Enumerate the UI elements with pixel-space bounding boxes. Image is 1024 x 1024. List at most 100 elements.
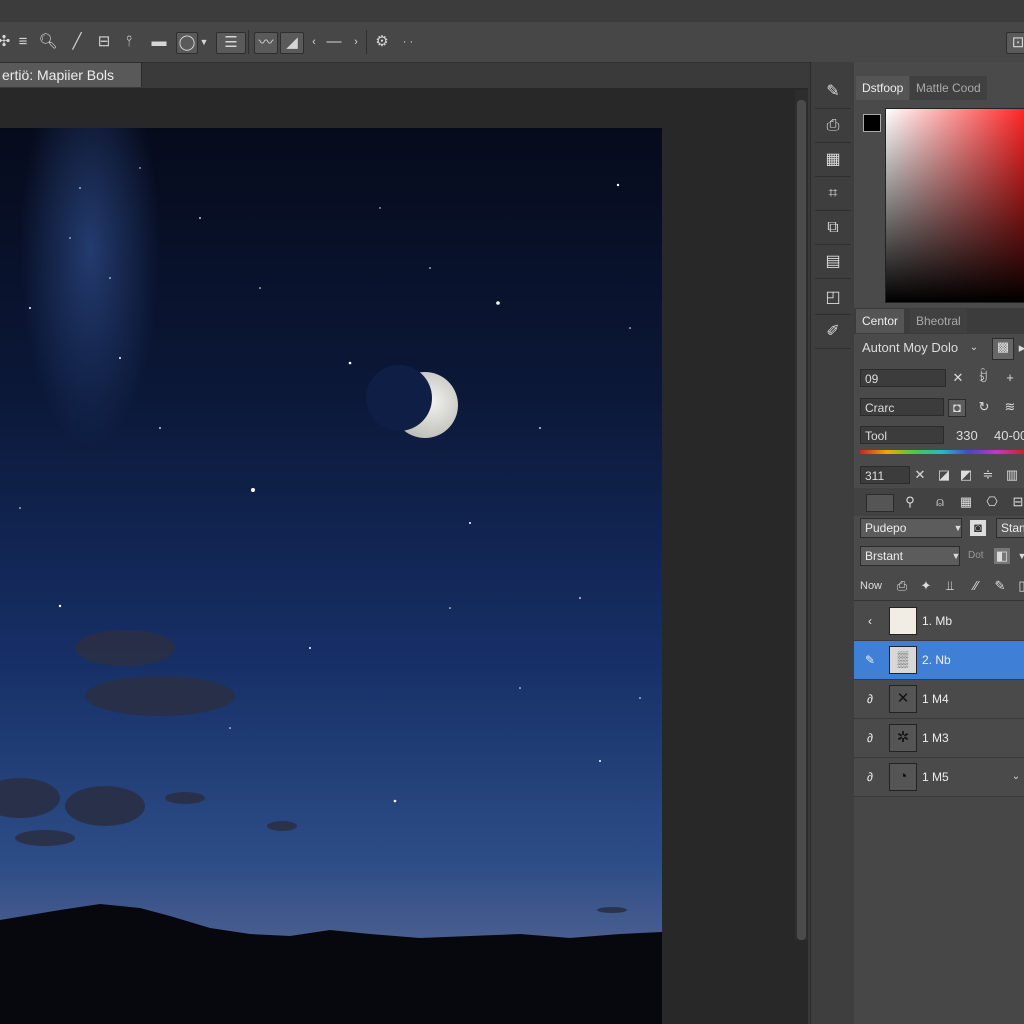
bird-icon: ✕ bbox=[889, 685, 917, 713]
pattern-icon[interactable]: ▩ bbox=[992, 338, 1014, 360]
menu-bar bbox=[0, 0, 1024, 23]
crop-icon[interactable]: ⌗ bbox=[815, 178, 851, 211]
shape-icon[interactable]: ◰ bbox=[815, 282, 851, 315]
texture-icon: ▒ bbox=[889, 646, 917, 674]
layer-row[interactable]: ‹ 1. Mb bbox=[854, 602, 1024, 641]
tab-color[interactable]: Dstfoop bbox=[856, 76, 910, 100]
layer-row[interactable]: ∂ ✲ 1 M3 bbox=[854, 719, 1024, 758]
pixel-filter-icon[interactable]: ⚲ bbox=[902, 494, 918, 510]
layers-empty-area bbox=[854, 797, 1024, 1024]
preview-icon[interactable]: ◧ bbox=[994, 548, 1010, 564]
brush-icon[interactable]: 〰 bbox=[254, 32, 278, 54]
creature-icon: ✲ bbox=[889, 724, 917, 752]
arrow-right-icon[interactable]: › bbox=[346, 32, 366, 52]
field-tool[interactable]: Tool bbox=[860, 426, 944, 444]
rectangle-icon[interactable]: ▬ bbox=[149, 32, 169, 52]
filter-kind-icon[interactable] bbox=[866, 494, 894, 512]
brush-small-icon[interactable]: ✎ bbox=[992, 578, 1008, 594]
tool-strip: ✎ ⎙ ▦ ⌗ ⧉ ▤ ◰ ✐ bbox=[810, 62, 855, 1024]
preset-label[interactable]: Autont Moy Dolo bbox=[862, 340, 958, 355]
document-tab[interactable]: ertiö: Mapiier Bols bbox=[0, 63, 142, 87]
type-filter-icon[interactable]: ▦ bbox=[958, 494, 974, 510]
frame-icon[interactable]: ▯ bbox=[1014, 578, 1024, 594]
link-icon[interactable]: ∂ bbox=[862, 769, 878, 785]
fx-icon[interactable]: ◩ bbox=[958, 467, 974, 483]
dropdown-arrow-icon[interactable]: ▼ bbox=[950, 520, 966, 536]
flow-icon[interactable]: ≋ bbox=[1002, 399, 1018, 415]
adjust-icon[interactable]: ≑ bbox=[980, 467, 996, 483]
menu-lines-icon[interactable]: ≡ bbox=[13, 32, 33, 52]
brush-settings-icon[interactable]: ✐ bbox=[815, 316, 851, 349]
close-icon[interactable]: ✕ bbox=[950, 370, 966, 386]
gradient-icon[interactable]: ◢ bbox=[280, 32, 304, 54]
swatch-icon[interactable]: ▦ bbox=[815, 144, 851, 177]
canvas-image[interactable] bbox=[0, 128, 662, 1024]
mask-icon[interactable]: ◪ bbox=[936, 467, 952, 483]
start-button[interactable]: Stan bbox=[996, 518, 1024, 538]
layer-name: 1 M3 bbox=[922, 731, 949, 745]
right-panel: Dstfoop Mattle Cood ⇄ Centor Bheotral Au… bbox=[854, 62, 1024, 1024]
dropdown-arrow-icon[interactable]: ▼ bbox=[1014, 548, 1024, 564]
lasso-icon[interactable]: ◯ bbox=[176, 32, 198, 54]
close-icon[interactable]: ✕ bbox=[912, 467, 928, 483]
smart-filter-icon[interactable]: ⊟ bbox=[1010, 494, 1024, 510]
history-icon[interactable]: ✎ bbox=[815, 76, 851, 109]
color-picker-field[interactable] bbox=[885, 108, 1024, 303]
blend-mode-select[interactable]: Pudepo bbox=[860, 518, 962, 538]
link-small-icon[interactable]: ⁄⁄ bbox=[968, 578, 984, 594]
transform-icon[interactable]: ⧉ bbox=[815, 212, 851, 245]
layer-name: 1. Mb bbox=[922, 614, 953, 628]
mountains bbox=[0, 904, 662, 1024]
collapse-icon[interactable]: ▸ bbox=[1014, 340, 1024, 356]
options-bar: ✣ ≡ 🔍︎ ╱ ⊟ ⫯ ▬ ◯ ▼ ☰ 〰 ◢ ‹ — › ⚙ · · ⊡ bbox=[0, 22, 1024, 63]
document-icon[interactable]: ▤ bbox=[815, 246, 851, 279]
brush-eye-icon[interactable]: ✎ bbox=[862, 652, 878, 668]
field-crarc[interactable]: Crarc bbox=[860, 398, 944, 416]
tab-swatches[interactable]: Mattle Cood bbox=[910, 76, 987, 100]
curve-icon: ◔ bbox=[889, 763, 917, 791]
hand-icon[interactable]: ꀁ bbox=[975, 370, 991, 386]
shape-filter-icon[interactable]: ⎔ bbox=[984, 494, 1000, 510]
layer-row[interactable]: ∂ ✕ 1 M4 bbox=[854, 680, 1024, 719]
clone-icon[interactable]: ⊟ bbox=[94, 32, 114, 52]
link-icon[interactable]: ◘ bbox=[948, 399, 966, 417]
dropdown-arrow-icon[interactable]: ▼ bbox=[198, 32, 210, 52]
move-small-icon[interactable]: ✦ bbox=[918, 578, 934, 594]
lock-icon[interactable]: ◙ bbox=[970, 520, 986, 536]
paper-icon bbox=[889, 607, 917, 635]
layer-row[interactable]: ∂ ◔ 1 M5 ⌄ bbox=[854, 758, 1024, 797]
field-09[interactable]: 09 bbox=[860, 369, 946, 387]
chevron-left-icon[interactable]: ‹ bbox=[862, 613, 878, 629]
pin-small-icon[interactable]: ⫫ bbox=[942, 578, 958, 594]
link-icon[interactable]: ∂ bbox=[862, 691, 878, 707]
chevron-down-icon[interactable]: ⌄ bbox=[1008, 769, 1024, 785]
pin-icon[interactable]: ⫯ bbox=[119, 32, 139, 52]
brush-select[interactable]: Brstant bbox=[860, 546, 960, 566]
trash-icon[interactable]: ▥ bbox=[1004, 467, 1020, 483]
hue-slider[interactable] bbox=[860, 450, 1024, 454]
scrollbar-thumb[interactable] bbox=[797, 100, 806, 940]
minus-icon[interactable]: — bbox=[324, 32, 344, 52]
line-tool-icon[interactable]: ╱ bbox=[67, 32, 87, 52]
more-icon[interactable]: · · bbox=[398, 32, 418, 52]
workspace-button[interactable]: ⊡ bbox=[1006, 32, 1024, 54]
move-icon[interactable]: ✣ bbox=[0, 32, 14, 52]
refresh-icon[interactable]: ↻ bbox=[976, 399, 992, 415]
link-icon[interactable]: ∂ bbox=[862, 730, 878, 746]
chevron-down-icon[interactable]: ⌄ bbox=[966, 340, 982, 356]
layer-row[interactable]: ✎ ▒ 2. Nb bbox=[854, 641, 1024, 680]
align-icon[interactable]: ☰ bbox=[216, 32, 246, 54]
field-311[interactable]: 311 bbox=[860, 466, 910, 484]
plus-icon[interactable]: + bbox=[1002, 370, 1018, 386]
tab-bheotral[interactable]: Bheotral bbox=[910, 309, 967, 333]
arrow-icon[interactable]: ‹ bbox=[304, 32, 324, 52]
foreground-color-swatch[interactable] bbox=[863, 114, 881, 132]
value-330: 330 bbox=[956, 428, 978, 443]
zoom-icon[interactable]: 🔍︎ bbox=[38, 32, 58, 52]
dropdown-arrow-icon[interactable]: ▼ bbox=[948, 548, 964, 564]
adjust-filter-icon[interactable]: ⍝ bbox=[932, 494, 948, 510]
stamp-icon[interactable]: ⎙ bbox=[815, 110, 851, 143]
tab-centor[interactable]: Centor bbox=[856, 309, 905, 333]
print-icon[interactable]: ⎙ bbox=[894, 578, 910, 594]
gear-icon[interactable]: ⚙ bbox=[372, 32, 392, 52]
